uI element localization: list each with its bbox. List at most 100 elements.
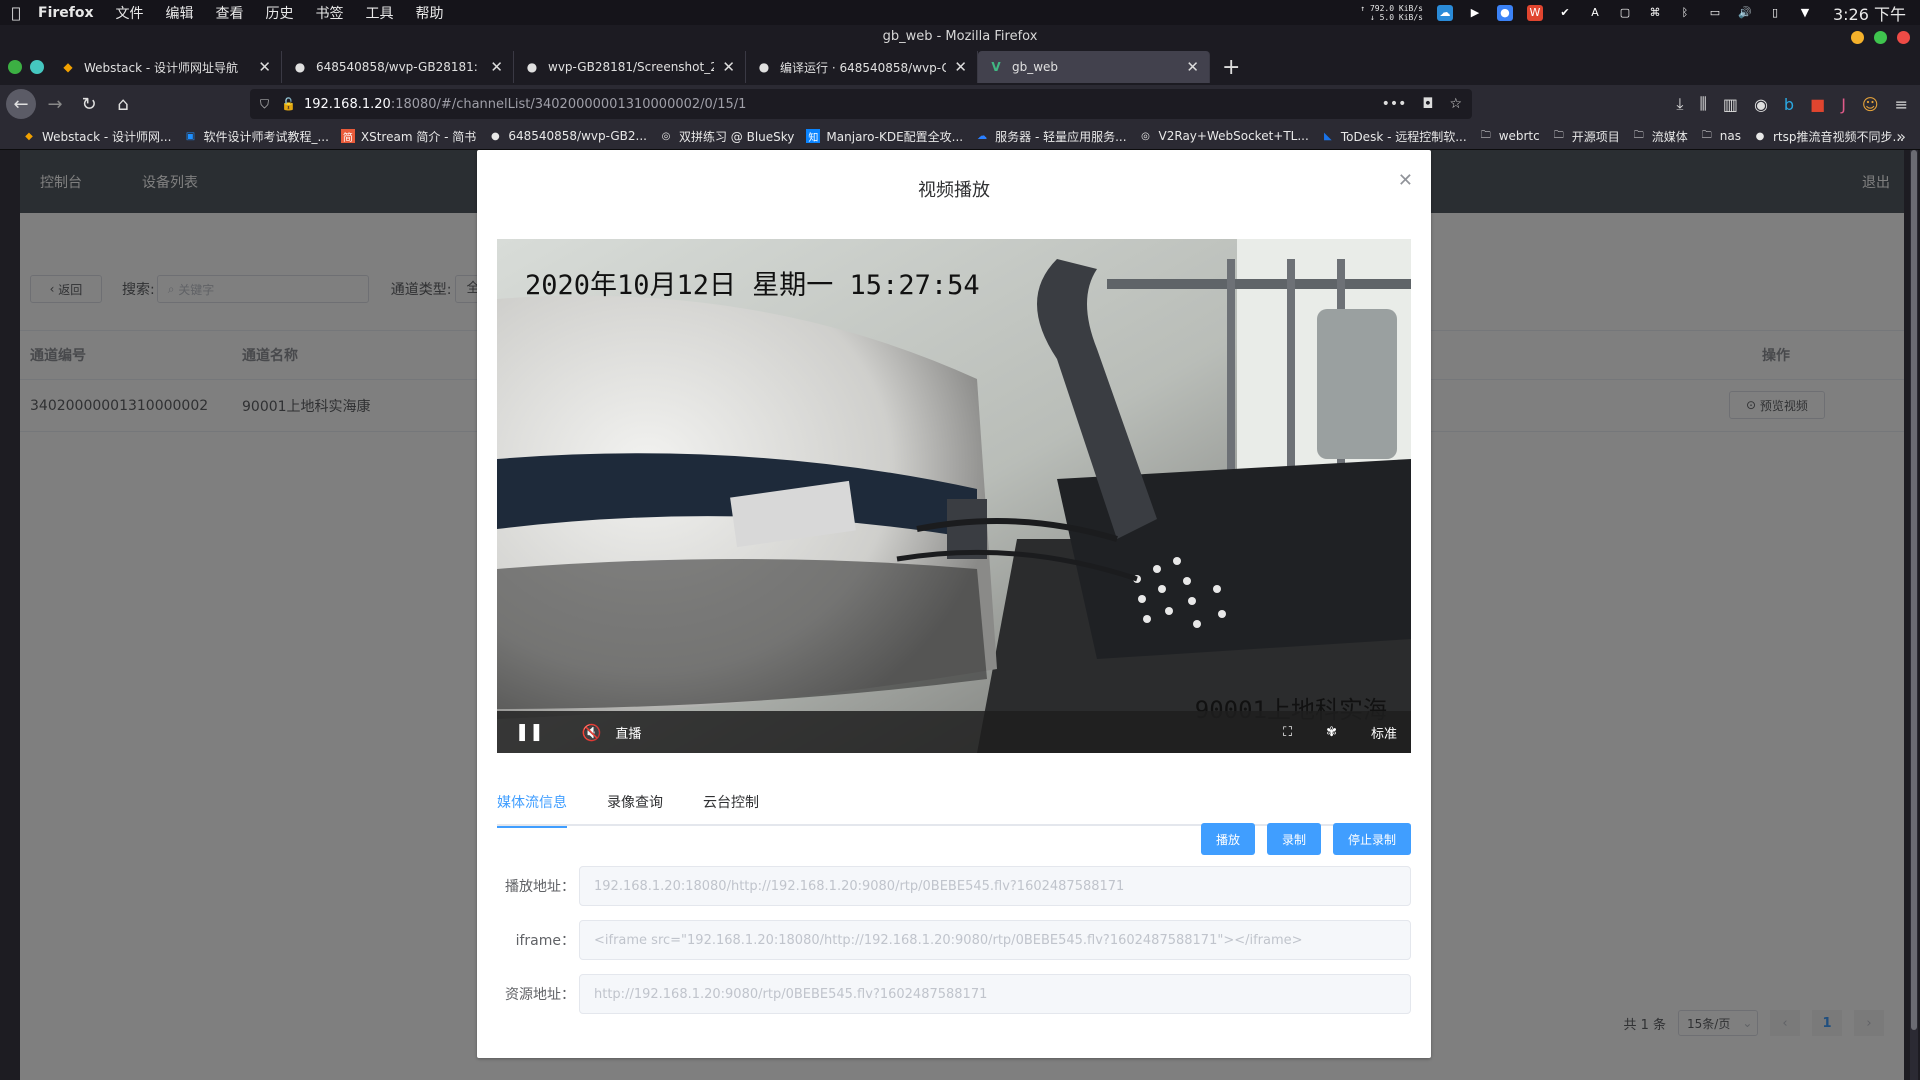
tab-github-screenshot[interactable]: ● wvp-GB28181/Screenshot_2020 ✕ [514, 51, 746, 83]
bookmark-todesk[interactable]: ◣ ToDesk - 远程控制软... [1321, 128, 1467, 145]
bookmark-xstream[interactable]: 简 XStream 简介 - 简书 [340, 128, 476, 145]
menu-file[interactable]: 文件 [116, 3, 144, 23]
scrollbar-thumb[interactable] [1911, 150, 1917, 1030]
clipboard-icon[interactable]: ▢ [1617, 5, 1633, 21]
hamburger-menu-icon[interactable]: ≡ [1895, 95, 1908, 114]
menu-history[interactable]: 历史 [266, 3, 294, 23]
reload-icon[interactable]: ↻ [74, 89, 104, 119]
translate-extension-icon[interactable]: ☺ [1862, 95, 1879, 114]
chat-icon[interactable]: ● [1496, 4, 1513, 21]
bookmark-shuangpin[interactable]: ◎ 双拼练习 @ BlueSky [659, 128, 795, 145]
quality-select[interactable]: 标准 [1371, 723, 1397, 742]
bookmark-streaming[interactable]: 🗀 流媒体 [1632, 128, 1688, 145]
close-icon[interactable]: ✕ [1398, 170, 1413, 191]
shield-icon[interactable]: ⛉ [260, 97, 269, 112]
fullscreen-icon[interactable]: ⛶ [1283, 725, 1292, 740]
bookmark-wvp[interactable]: ● 648540858/wvp-GB2... [488, 129, 647, 143]
close-tab-icon[interactable]: ✕ [1186, 58, 1199, 76]
mute-icon[interactable]: 🔇 [582, 723, 602, 742]
battery-icon[interactable]: ▯ [1767, 5, 1783, 21]
download-icon[interactable]: ⤓ [1676, 94, 1683, 114]
close-tab-icon[interactable]: ✕ [490, 58, 503, 76]
library-icon[interactable]: ⫼ [1699, 94, 1706, 114]
wechat-icon[interactable] [8, 60, 22, 74]
tab-github-wvp[interactable]: ● 648540858/wvp-GB28181: WEB ✕ [282, 51, 514, 83]
page-viewport: 控制台 设备列表 退出 ‹ 返回 搜索: ⌕ 关键字 通道类型: 全 通道编号 … [0, 150, 1920, 1080]
bookmark-server[interactable]: ☁ 服务器 - 轻量应用服务... [975, 128, 1126, 145]
tab-title: wvp-GB28181/Screenshot_2020 [548, 60, 715, 74]
volume-icon[interactable]: 🔊 [1737, 5, 1753, 21]
stream-actions: 播放 录制 停止录制 [1200, 823, 1411, 855]
weibo-icon[interactable]: W [1526, 4, 1543, 21]
screenshot-icon[interactable]: ✾ [1326, 725, 1337, 740]
back-arrow-icon[interactable]: ← [6, 89, 36, 119]
bookmark-label: 软件设计师考试教程_... [203, 129, 329, 144]
bing-icon[interactable]: b [1784, 95, 1794, 114]
close-tab-icon[interactable]: ✕ [954, 58, 967, 76]
tab-record-query[interactable]: 录像查询 [607, 790, 663, 826]
bluetooth-icon[interactable]: ᛒ [1677, 5, 1693, 21]
wifi-icon[interactable]: ▼ [1797, 5, 1813, 21]
bookmark-rtsp[interactable]: ● rtsp推流音视频不同步... [1753, 128, 1904, 145]
extension-icon[interactable] [30, 60, 44, 74]
account-icon[interactable]: ◉ [1754, 95, 1768, 114]
iframe-field[interactable]: <iframe src="192.168.1.20:18080/http://1… [579, 920, 1411, 960]
insecure-lock-icon[interactable]: 🔓 [281, 97, 296, 111]
tab-media-info[interactable]: 媒体流信息 [497, 790, 567, 828]
bookmark-webrtc[interactable]: 🗀 webrtc [1479, 129, 1540, 143]
close-tab-icon[interactable]: ✕ [722, 58, 735, 76]
clock[interactable]: 3:26 下午 [1833, 1, 1906, 25]
bookmark-webstack[interactable]: ◆ Webstack - 设计师网... [22, 128, 171, 145]
weather-icon[interactable]: ☁ [1436, 4, 1453, 21]
recorder-extension-icon[interactable]: ■ [1810, 95, 1825, 114]
text-tool-icon[interactable]: A [1587, 5, 1603, 21]
bookmark-v2ray[interactable]: ◎ V2Ray+WebSocket+TL... [1139, 129, 1309, 143]
pocket-icon[interactable]: ◘ [1422, 96, 1433, 112]
page-actions-icon[interactable]: ••• [1382, 96, 1407, 112]
play-button[interactable]: 播放 [1200, 823, 1255, 855]
video-player[interactable]: 2020年10月12日 星期一 15:27:54 90001上地科实海 ❚❚ 🔇… [497, 239, 1411, 753]
maximize-button[interactable] [1874, 31, 1887, 44]
menu-view[interactable]: 查看 [216, 3, 244, 23]
address-bar[interactable]: ⛉ 🔓 192.168.1.20:18080/#/channelList/340… [250, 89, 1472, 119]
apple-icon[interactable]:  [4, 4, 28, 22]
close-tab-icon[interactable]: ✕ [258, 58, 271, 76]
tab-strip: ◆ Webstack - 设计师网址导航 ✕ ● 648540858/wvp-G… [0, 49, 1920, 85]
new-tab-icon[interactable]: + [1222, 55, 1240, 80]
tab-github-compile[interactable]: ● 编译运行 · 648540858/wvp-GB ✕ [746, 51, 978, 83]
menu-help[interactable]: 帮助 [416, 3, 444, 23]
menu-app-name[interactable]: Firefox [38, 5, 94, 21]
minimize-button[interactable] [1851, 31, 1864, 44]
more-bookmarks-icon[interactable]: » [1896, 127, 1906, 146]
jh-extension-icon[interactable]: J [1841, 95, 1846, 114]
bookmark-nas[interactable]: 🗀 nas [1700, 129, 1741, 143]
window-title: gb_web - Mozilla Firefox [882, 29, 1038, 44]
display-icon[interactable]: ▭ [1707, 5, 1723, 21]
forward-arrow-icon[interactable]: → [40, 89, 70, 119]
page-scrollbar[interactable] [1910, 150, 1918, 1080]
url-text[interactable]: 192.168.1.20:18080/#/channelList/3402000… [304, 97, 746, 112]
play-circle-icon[interactable]: ▶ [1467, 5, 1483, 21]
bookmark-manjaro[interactable]: 知 Manjaro-KDE配置全攻... [806, 128, 963, 145]
tab-ptz-control[interactable]: 云台控制 [703, 790, 759, 826]
bookmark-star-icon[interactable]: ☆ [1449, 96, 1462, 112]
close-window-button[interactable] [1897, 31, 1910, 44]
bookmark-opensource[interactable]: 🗀 开源项目 [1552, 128, 1620, 145]
sidebar-icon[interactable]: ▥ [1723, 95, 1738, 114]
bookmark-ruankao[interactable]: ▣ 软件设计师考试教程_... [183, 128, 329, 145]
pause-icon[interactable]: ❚❚ [515, 722, 544, 742]
home-icon[interactable]: ⌂ [108, 89, 138, 119]
tab-gb-web[interactable]: V gb_web ✕ [978, 51, 1210, 83]
menu-edit[interactable]: 编辑 [166, 3, 194, 23]
tab-webstack[interactable]: ◆ Webstack - 设计师网址导航 ✕ [50, 51, 282, 83]
menu-bookmarks[interactable]: 书签 [316, 3, 344, 23]
play-url-field[interactable]: 192.168.1.20:18080/http://192.168.1.20:9… [579, 866, 1411, 906]
menu-tools[interactable]: 工具 [366, 3, 394, 23]
record-button[interactable]: 录制 [1266, 823, 1321, 855]
stop-record-button[interactable]: 停止录制 [1332, 823, 1411, 855]
bookmark-label: V2Ray+WebSocket+TL... [1158, 129, 1309, 143]
check-circle-icon[interactable]: ✔ [1557, 5, 1573, 21]
command-icon[interactable]: ⌘ [1647, 5, 1663, 21]
folder-icon: 🗀 [1480, 129, 1491, 141]
resource-url-field[interactable]: http://192.168.1.20:9080/rtp/0BEBE545.fl… [579, 974, 1411, 1014]
